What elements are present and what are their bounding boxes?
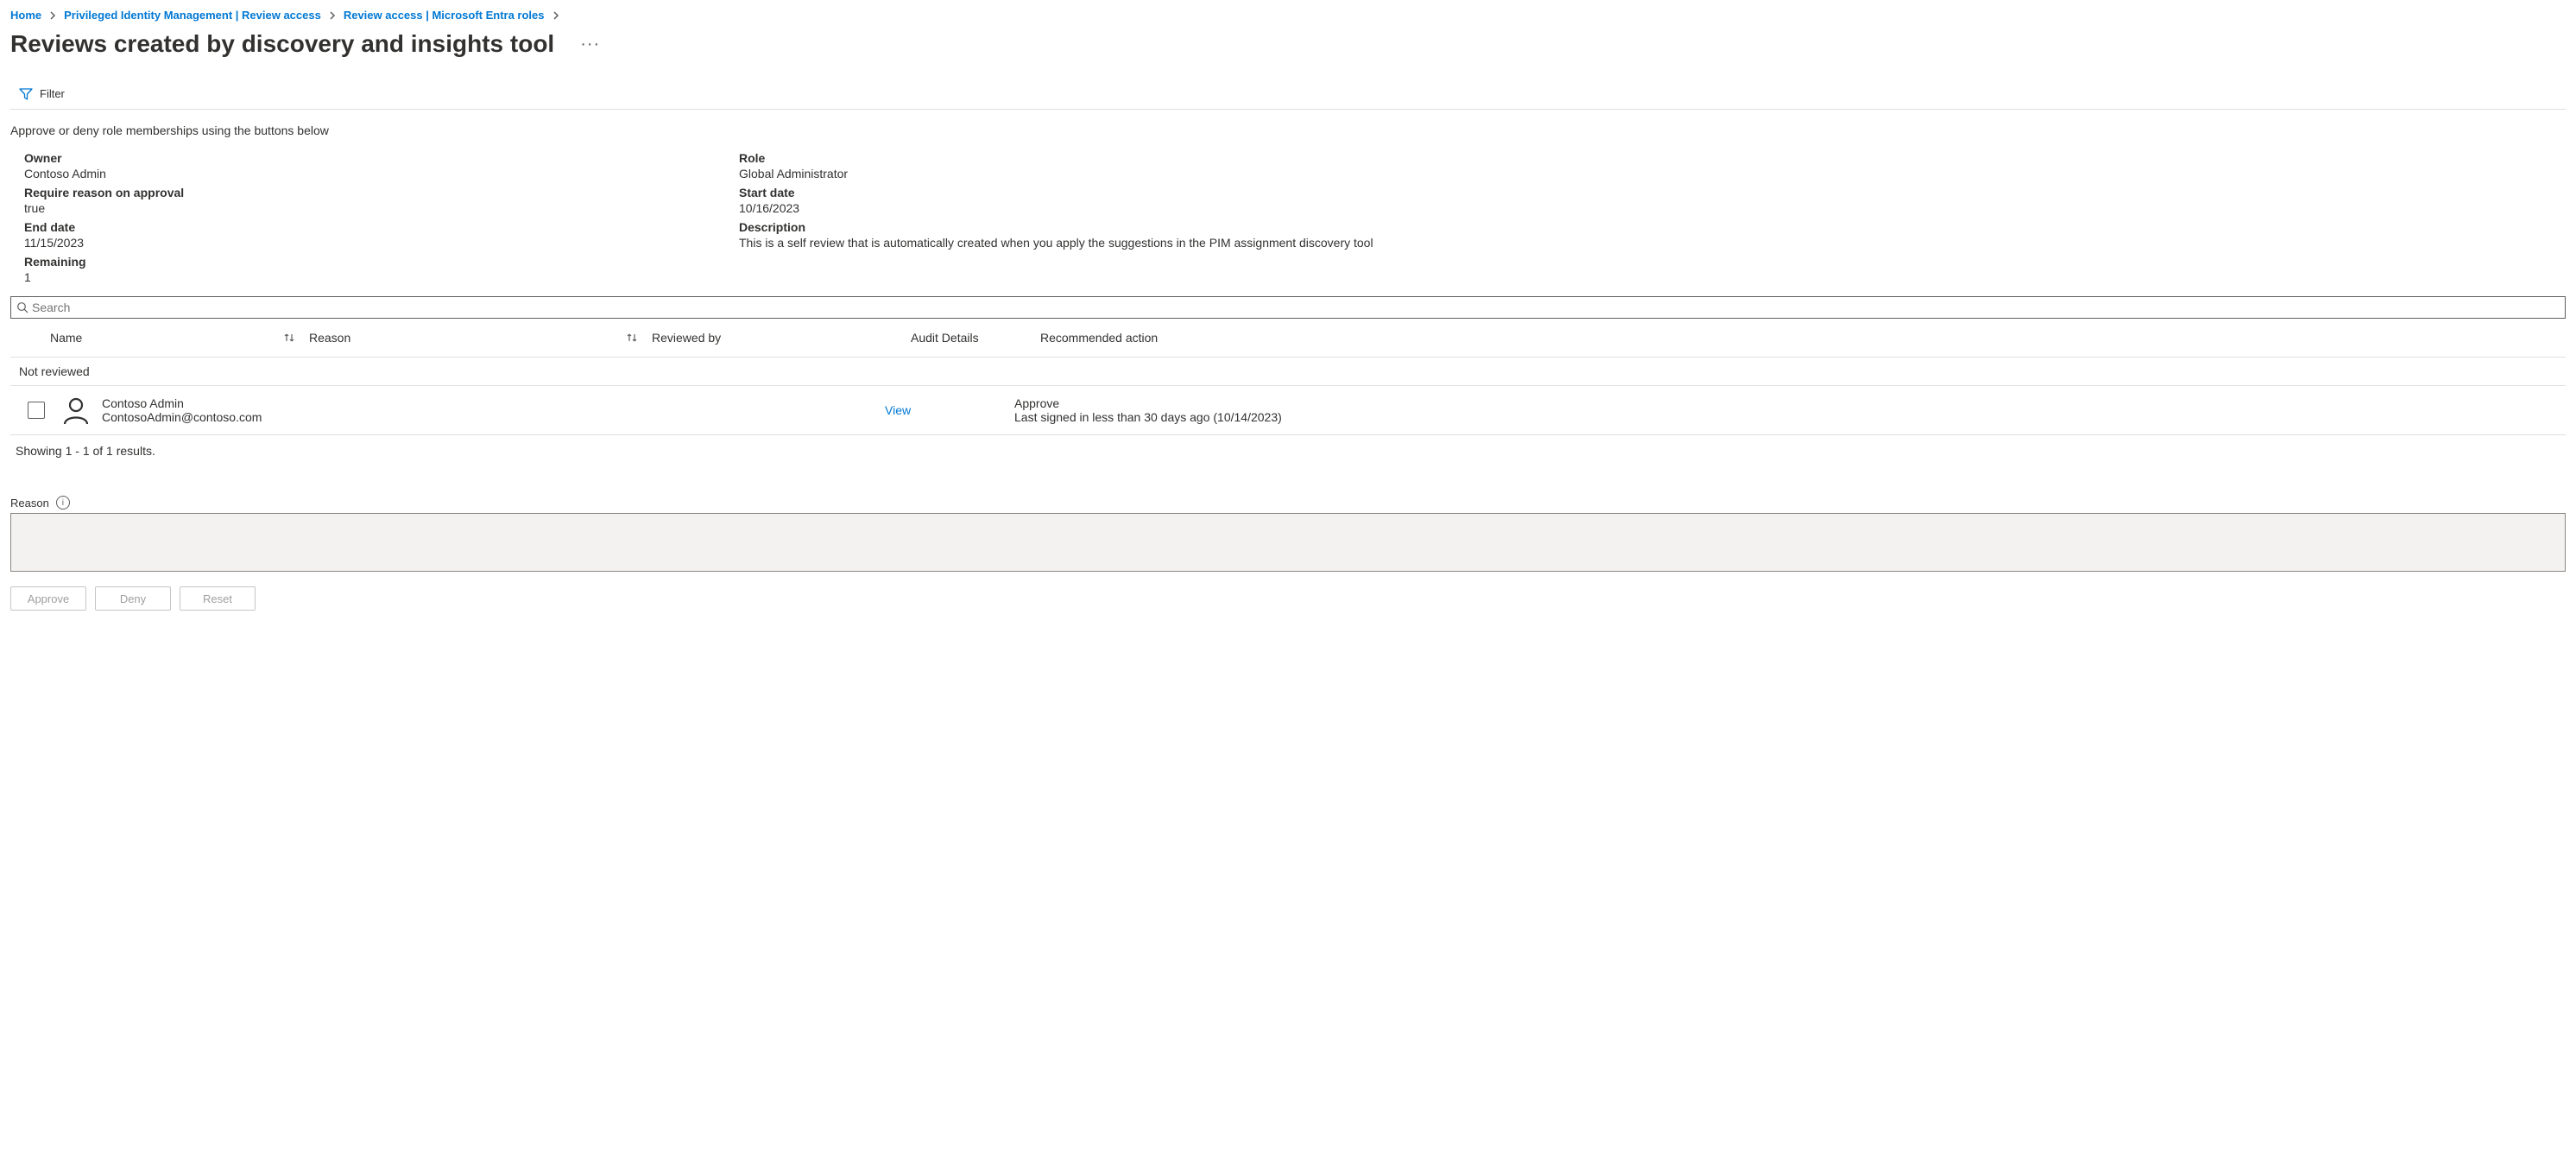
description-value: This is a self review that is automatica… [739,236,2566,250]
owner-value: Contoso Admin [24,167,725,180]
remaining-label: Remaining [24,255,725,269]
table-header: Name Reason Reviewed by Audit Details Re… [10,319,2566,358]
filter-icon [19,88,33,100]
info-icon[interactable]: i [56,496,70,510]
start-date-value: 10/16/2023 [739,201,2566,215]
table-row[interactable]: Contoso Admin ContosoAdmin@contoso.com V… [10,386,2566,435]
filter-button[interactable]: Filter [10,87,65,100]
chevron-right-icon [48,11,57,20]
column-reviewed-by[interactable]: Reviewed by [652,331,911,345]
breadcrumb-link-pim[interactable]: Privileged Identity Management | Review … [64,9,321,22]
row-email: ContosoAdmin@contoso.com [102,410,626,424]
recommended-action-detail: Last signed in less than 30 days ago (10… [1014,410,2566,424]
role-label: Role [739,151,2566,165]
deny-button[interactable]: Deny [95,586,171,611]
filter-label: Filter [40,87,65,100]
reason-label: Reason [10,497,49,510]
reason-textarea[interactable] [10,513,2566,572]
details-panel: Owner Contoso Admin Require reason on ap… [10,146,2566,284]
remaining-value: 1 [24,270,725,284]
results-count: Showing 1 - 1 of 1 results. [10,444,2566,458]
recommended-action: Approve [1014,396,2566,410]
more-actions-button[interactable]: ··· [580,35,600,54]
search-icon [16,301,28,313]
column-reason[interactable]: Reason [309,331,350,345]
start-date-label: Start date [739,186,2566,199]
end-date-value: 11/15/2023 [24,236,725,250]
require-reason-label: Require reason on approval [24,186,725,199]
reset-button[interactable]: Reset [180,586,256,611]
column-audit-details[interactable]: Audit Details [911,331,1040,345]
table-group-header: Not reviewed [10,358,2566,386]
search-box[interactable] [10,296,2566,319]
breadcrumb: Home Privileged Identity Management | Re… [10,9,2566,22]
column-name[interactable]: Name [50,331,82,345]
page-title: Reviews created by discovery and insight… [10,30,554,58]
column-recommended-action[interactable]: Recommended action [1040,331,2566,345]
search-input[interactable] [28,301,2560,314]
breadcrumb-link-home[interactable]: Home [10,9,41,22]
user-avatar-icon [60,395,92,426]
role-value: Global Administrator [739,167,2566,180]
owner-label: Owner [24,151,725,165]
chevron-right-icon [328,11,337,20]
sort-icon[interactable] [626,332,638,343]
chevron-right-icon [552,11,560,20]
instruction-text: Approve or deny role memberships using t… [10,123,2566,137]
breadcrumb-link-review-access[interactable]: Review access | Microsoft Entra roles [344,9,545,22]
audit-view-link[interactable]: View [885,403,911,417]
sort-icon[interactable] [283,332,295,343]
description-label: Description [739,220,2566,234]
approve-button[interactable]: Approve [10,586,86,611]
require-reason-value: true [24,201,725,215]
row-checkbox[interactable] [28,402,45,419]
end-date-label: End date [24,220,725,234]
row-name: Contoso Admin [102,396,626,410]
